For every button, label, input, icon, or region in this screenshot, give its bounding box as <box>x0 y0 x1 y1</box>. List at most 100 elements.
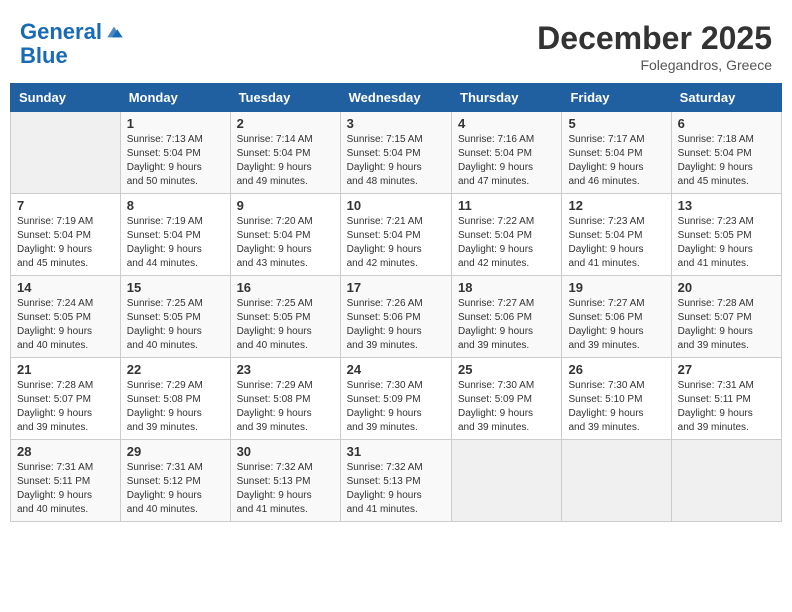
day-number: 22 <box>127 362 224 377</box>
day-info: Sunrise: 7:28 AM Sunset: 5:07 PM Dayligh… <box>17 379 114 435</box>
day-info: Sunrise: 7:32 AM Sunset: 5:13 PM Dayligh… <box>237 461 334 517</box>
week-row-1: 1Sunrise: 7:13 AM Sunset: 5:04 PM Daylig… <box>11 112 782 194</box>
weekday-header-monday: Monday <box>120 84 230 112</box>
day-number: 7 <box>17 198 114 213</box>
calendar-cell: 20 Sunrise: 7:28 AM Sunset: 5:07 PM Dayli… <box>671 276 781 358</box>
day-info: Sunrise: 7:29 AM Sunset: 5:08 PM Dayligh… <box>127 379 224 435</box>
day-number: 9 <box>237 198 334 213</box>
calendar-cell: 13 Sunrise: 7:23 AM Sunset: 5:05 PM Dayli… <box>671 194 781 276</box>
day-number: 29 <box>127 444 224 459</box>
day-info: Sunrise: 7:20 AM Sunset: 5:04 PM Dayligh… <box>237 215 334 271</box>
location-subtitle: Folegandros, Greece <box>537 57 772 73</box>
day-number: 15 <box>127 280 224 295</box>
day-number: 17 <box>347 280 445 295</box>
calendar-cell: 28Sunrise: 7:31 AM Sunset: 5:11 PM Dayli… <box>11 440 121 522</box>
calendar-cell: 11Sunrise: 7:22 AM Sunset: 5:04 PM Dayli… <box>452 194 562 276</box>
weekday-header-thursday: Thursday <box>452 84 562 112</box>
calendar-cell: 8 Sunrise: 7:19 AM Sunset: 5:04 PM Daylig… <box>120 194 230 276</box>
calendar-cell: 29 Sunrise: 7:31 AM Sunset: 5:12 PM Dayli… <box>120 440 230 522</box>
week-row-4: 21 Sunrise: 7:28 AM Sunset: 5:07 PM Dayli… <box>11 358 782 440</box>
day-info: Sunrise: 7:28 AM Sunset: 5:07 PM Dayligh… <box>678 297 775 353</box>
calendar-cell <box>452 440 562 522</box>
page-header: General Blue December 2025 Folegandros, … <box>10 10 782 78</box>
day-info: Sunrise: 7:31 AM Sunset: 5:11 PM Dayligh… <box>678 379 775 435</box>
calendar-cell: 7 Sunrise: 7:19 AM Sunset: 5:04 PM Daylig… <box>11 194 121 276</box>
day-info: Sunrise: 7:17 AM Sunset: 5:04 PM Dayligh… <box>568 133 664 189</box>
weekday-header-row: SundayMondayTuesdayWednesdayThursdayFrid… <box>11 84 782 112</box>
week-row-2: 7 Sunrise: 7:19 AM Sunset: 5:04 PM Daylig… <box>11 194 782 276</box>
day-info: Sunrise: 7:15 AM Sunset: 5:04 PM Dayligh… <box>347 133 445 189</box>
calendar-cell: 9 Sunrise: 7:20 AM Sunset: 5:04 PM Daylig… <box>230 194 340 276</box>
calendar-cell: 17 Sunrise: 7:26 AM Sunset: 5:06 PM Dayli… <box>340 276 451 358</box>
calendar-cell: 19Sunrise: 7:27 AM Sunset: 5:06 PM Dayli… <box>562 276 671 358</box>
day-number: 13 <box>678 198 775 213</box>
logo-blue-text: Blue <box>20 44 124 68</box>
day-number: 20 <box>678 280 775 295</box>
week-row-5: 28Sunrise: 7:31 AM Sunset: 5:11 PM Dayli… <box>11 440 782 522</box>
day-info: Sunrise: 7:25 AM Sunset: 5:05 PM Dayligh… <box>237 297 334 353</box>
day-number: 24 <box>347 362 445 377</box>
weekday-header-tuesday: Tuesday <box>230 84 340 112</box>
day-info: Sunrise: 7:32 AM Sunset: 5:13 PM Dayligh… <box>347 461 445 517</box>
day-info: Sunrise: 7:19 AM Sunset: 5:04 PM Dayligh… <box>17 215 114 271</box>
day-info: Sunrise: 7:21 AM Sunset: 5:04 PM Dayligh… <box>347 215 445 271</box>
day-info: Sunrise: 7:18 AM Sunset: 5:04 PM Dayligh… <box>678 133 775 189</box>
day-info: Sunrise: 7:25 AM Sunset: 5:05 PM Dayligh… <box>127 297 224 353</box>
day-info: Sunrise: 7:13 AM Sunset: 5:04 PM Dayligh… <box>127 133 224 189</box>
day-number: 2 <box>237 116 334 131</box>
day-number: 19 <box>568 280 664 295</box>
calendar-cell: 22 Sunrise: 7:29 AM Sunset: 5:08 PM Dayli… <box>120 358 230 440</box>
day-info: Sunrise: 7:31 AM Sunset: 5:12 PM Dayligh… <box>127 461 224 517</box>
calendar-cell: 21 Sunrise: 7:28 AM Sunset: 5:07 PM Dayli… <box>11 358 121 440</box>
day-number: 23 <box>237 362 334 377</box>
day-info: Sunrise: 7:30 AM Sunset: 5:09 PM Dayligh… <box>458 379 555 435</box>
day-number: 25 <box>458 362 555 377</box>
day-number: 18 <box>458 280 555 295</box>
calendar-cell: 15 Sunrise: 7:25 AM Sunset: 5:05 PM Dayli… <box>120 276 230 358</box>
day-number: 10 <box>347 198 445 213</box>
calendar-cell: 23Sunrise: 7:29 AM Sunset: 5:08 PM Dayli… <box>230 358 340 440</box>
calendar-cell: 25 Sunrise: 7:30 AM Sunset: 5:09 PM Dayli… <box>452 358 562 440</box>
day-number: 14 <box>17 280 114 295</box>
weekday-header-friday: Friday <box>562 84 671 112</box>
day-info: Sunrise: 7:19 AM Sunset: 5:04 PM Dayligh… <box>127 215 224 271</box>
calendar-cell: 18 Sunrise: 7:27 AM Sunset: 5:06 PM Dayli… <box>452 276 562 358</box>
day-info: Sunrise: 7:14 AM Sunset: 5:04 PM Dayligh… <box>237 133 334 189</box>
weekday-header-saturday: Saturday <box>671 84 781 112</box>
calendar-cell: 12 Sunrise: 7:23 AM Sunset: 5:04 PM Dayli… <box>562 194 671 276</box>
day-info: Sunrise: 7:26 AM Sunset: 5:06 PM Dayligh… <box>347 297 445 353</box>
day-number: 31 <box>347 444 445 459</box>
day-number: 21 <box>17 362 114 377</box>
day-number: 6 <box>678 116 775 131</box>
logo-text: General <box>20 20 102 44</box>
calendar-cell: 1Sunrise: 7:13 AM Sunset: 5:04 PM Daylig… <box>120 112 230 194</box>
calendar-cell: 4 Sunrise: 7:16 AM Sunset: 5:04 PM Daylig… <box>452 112 562 194</box>
day-number: 4 <box>458 116 555 131</box>
day-number: 8 <box>127 198 224 213</box>
day-info: Sunrise: 7:22 AM Sunset: 5:04 PM Dayligh… <box>458 215 555 271</box>
calendar-cell: 31 Sunrise: 7:32 AM Sunset: 5:13 PM Dayli… <box>340 440 451 522</box>
weekday-header-wednesday: Wednesday <box>340 84 451 112</box>
day-info: Sunrise: 7:30 AM Sunset: 5:10 PM Dayligh… <box>568 379 664 435</box>
calendar-cell: 10 Sunrise: 7:21 AM Sunset: 5:04 PM Dayli… <box>340 194 451 276</box>
day-number: 16 <box>237 280 334 295</box>
calendar-cell: 30 Sunrise: 7:32 AM Sunset: 5:13 PM Dayli… <box>230 440 340 522</box>
day-info: Sunrise: 7:16 AM Sunset: 5:04 PM Dayligh… <box>458 133 555 189</box>
day-info: Sunrise: 7:27 AM Sunset: 5:06 PM Dayligh… <box>458 297 555 353</box>
day-info: Sunrise: 7:24 AM Sunset: 5:05 PM Dayligh… <box>17 297 114 353</box>
logo-icon <box>104 22 124 42</box>
calendar-cell: 14 Sunrise: 7:24 AM Sunset: 5:05 PM Dayli… <box>11 276 121 358</box>
weekday-header-sunday: Sunday <box>11 84 121 112</box>
calendar-cell: 27 Sunrise: 7:31 AM Sunset: 5:11 PM Dayli… <box>671 358 781 440</box>
month-title: December 2025 <box>537 20 772 57</box>
day-number: 27 <box>678 362 775 377</box>
calendar-cell: 2 Sunrise: 7:14 AM Sunset: 5:04 PM Daylig… <box>230 112 340 194</box>
calendar-cell: 5Sunrise: 7:17 AM Sunset: 5:04 PM Daylig… <box>562 112 671 194</box>
day-number: 12 <box>568 198 664 213</box>
title-block: December 2025 Folegandros, Greece <box>537 20 772 73</box>
day-number: 26 <box>568 362 664 377</box>
day-number: 30 <box>237 444 334 459</box>
calendar-cell <box>11 112 121 194</box>
day-info: Sunrise: 7:23 AM Sunset: 5:05 PM Dayligh… <box>678 215 775 271</box>
day-info: Sunrise: 7:23 AM Sunset: 5:04 PM Dayligh… <box>568 215 664 271</box>
